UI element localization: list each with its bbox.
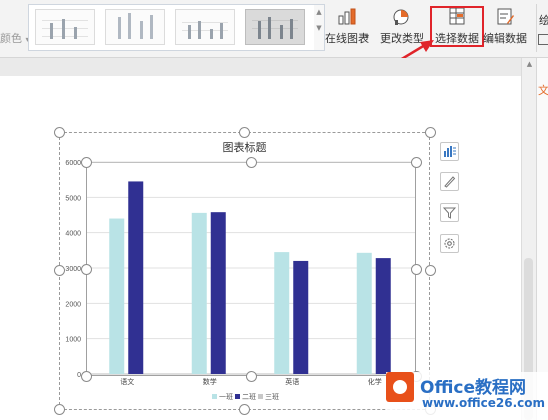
watermark-brand: Office教程网	[420, 378, 527, 398]
bar-2-1[interactable]	[128, 181, 144, 374]
plot-resize-handle[interactable]	[246, 157, 257, 168]
plot-resize-handle[interactable]	[81, 371, 92, 382]
legend-swatch-3[interactable]	[258, 394, 263, 399]
bar-1-2[interactable]	[191, 212, 207, 374]
watermark-url: www.office26.com	[422, 396, 546, 410]
y-tick-label: 3000	[65, 266, 81, 273]
resize-handle[interactable]	[425, 127, 436, 138]
bar-1-3[interactable]	[274, 252, 290, 374]
bar-2-3[interactable]	[293, 260, 309, 374]
plot-resize-handle[interactable]	[246, 371, 257, 382]
y-tick-label: 2000	[65, 301, 81, 308]
chart-settings-button[interactable]	[440, 234, 459, 253]
resize-handle[interactable]	[239, 404, 250, 415]
plot-resize-handle[interactable]	[411, 264, 422, 275]
resize-handle[interactable]	[425, 265, 436, 276]
legend-swatch-1[interactable]	[212, 394, 217, 399]
plot-resize-handle[interactable]	[81, 264, 92, 275]
legend-label-3: 三班	[265, 392, 279, 401]
plot-resize-handle[interactable]	[81, 157, 92, 168]
chart-canvas: 0100020003000400050006000语文 数学 英语 化学一班 二班 三班	[65, 160, 416, 401]
x-tick-label: 化学	[368, 377, 382, 386]
resize-handle[interactable]	[239, 127, 250, 138]
legend-label-1: 一班	[219, 392, 233, 401]
resize-handle[interactable]	[54, 127, 65, 138]
y-tick-label: 1000	[65, 337, 81, 344]
resize-handle[interactable]	[54, 404, 65, 415]
plot-resize-handle[interactable]	[411, 157, 422, 168]
y-tick-label: 5000	[65, 195, 81, 202]
y-tick-label: 6000	[65, 160, 81, 167]
x-tick-label: 数学	[203, 377, 217, 386]
legend-swatch-2[interactable]	[235, 394, 240, 399]
resize-handle[interactable]	[54, 265, 65, 276]
office-logo-inner	[393, 380, 407, 394]
chart-elements-icon	[444, 146, 456, 157]
bar-1-1[interactable]	[109, 218, 125, 374]
gear-icon	[444, 238, 455, 249]
legend-label-2: 二班	[242, 392, 256, 401]
x-tick-label: 语文	[120, 377, 134, 386]
bar-2-2[interactable]	[210, 212, 226, 374]
x-tick-label: 英语	[285, 377, 299, 386]
chart-filter-button[interactable]	[440, 203, 459, 222]
filter-icon	[442, 207, 457, 219]
chart-style-button[interactable]	[440, 172, 459, 191]
y-tick-label: 4000	[65, 231, 81, 238]
chart-elements-button[interactable]	[440, 142, 459, 161]
bar-2-4[interactable]	[375, 258, 391, 374]
bar-1-4[interactable]	[356, 252, 372, 374]
brush-icon	[444, 176, 456, 188]
